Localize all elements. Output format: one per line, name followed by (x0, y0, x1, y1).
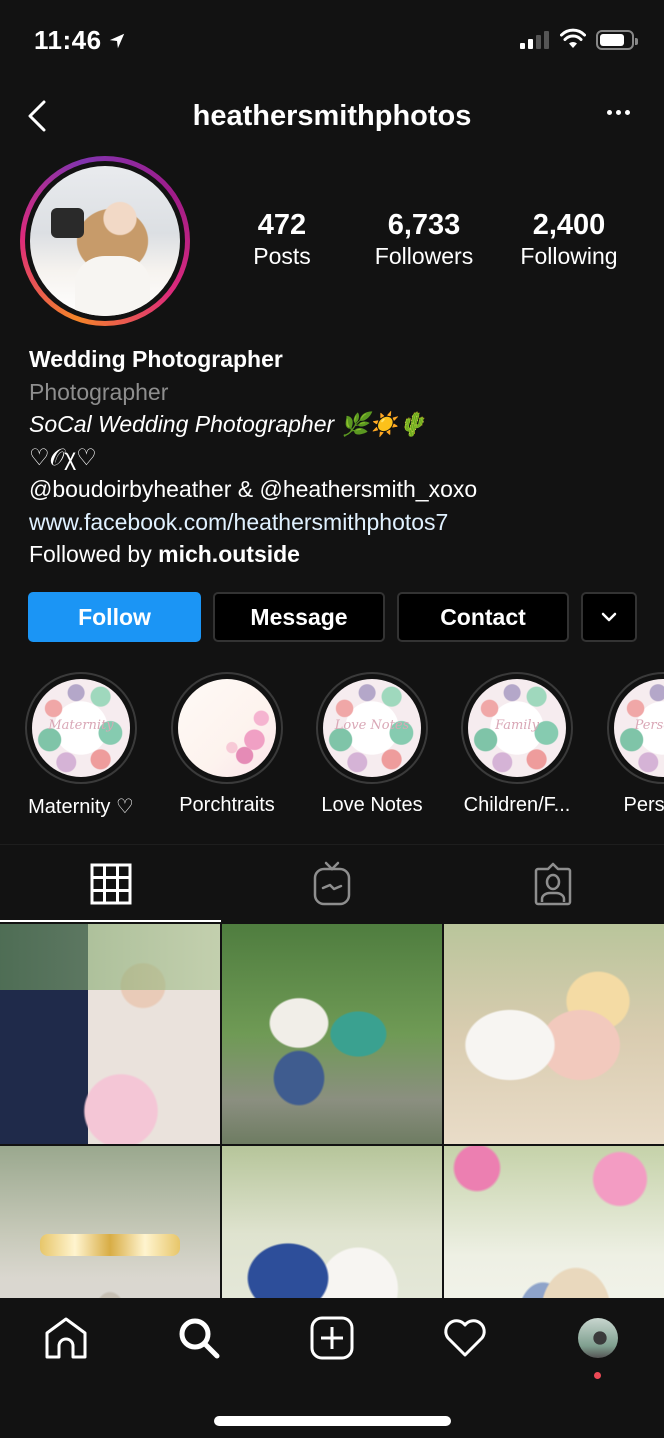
add-square-icon (310, 1316, 354, 1360)
profile-stats: 472 Posts 6,733 Followers 2,400 Followin… (220, 209, 640, 272)
profile-avatar-small (577, 1318, 618, 1358)
chevron-down-icon (601, 612, 617, 622)
highlight-porchtraits[interactable]: Porchtraits (157, 672, 297, 817)
highlight-cover: Love Notes (323, 679, 421, 777)
followed-by-user[interactable]: mich.outside (158, 541, 300, 567)
contact-button[interactable]: Contact (397, 592, 569, 642)
search-icon (179, 1318, 220, 1359)
highlight-children-family[interactable]: Family Children/F... (447, 672, 587, 817)
posts-value: 472 (257, 209, 307, 241)
bio-line-xo: ♡𝒪χ♡ (29, 443, 97, 470)
tab-tagged[interactable] (443, 845, 664, 922)
posts-grid (0, 924, 664, 1298)
status-time: 11:46 (34, 25, 126, 56)
tab-igtv[interactable] (221, 845, 442, 922)
bio-website-link[interactable]: www.facebook.com/heathersmithphotos7 (29, 506, 649, 539)
highlight-label: Personal (623, 794, 664, 816)
following-value: 2,400 (532, 209, 606, 241)
notification-dot (594, 1372, 602, 1379)
more-options-button[interactable] (607, 110, 630, 115)
follow-button[interactable]: Follow (28, 592, 201, 642)
bio-line-mentions[interactable]: @boudoirbyheather & @heathersmith_xoxo (29, 473, 649, 506)
bio-line-tagline: SoCal Wedding Photographer 🌿☀️🌵 (29, 411, 427, 437)
followed-by-prefix: Followed by (29, 541, 159, 567)
signal-icon (520, 31, 549, 49)
following-label: Following (520, 242, 618, 269)
highlight-cover: Maternity (32, 679, 130, 777)
highlight-label: Children/F... (463, 794, 571, 816)
followers-value: 6,733 (387, 209, 461, 241)
suggested-accounts-button[interactable] (581, 592, 637, 642)
status-bar: 11:46 (0, 0, 664, 80)
followed-by[interactable]: Followed by mich.outside (29, 538, 649, 571)
profile-tabs (0, 845, 664, 922)
post-thumbnail[interactable] (0, 1146, 220, 1298)
post-thumbnail[interactable] (222, 1146, 442, 1298)
post-thumbnail[interactable] (222, 924, 442, 1144)
nav-profile[interactable] (531, 1318, 664, 1379)
more-horizontal-icon (607, 110, 612, 115)
message-button[interactable]: Message (213, 592, 385, 642)
profile-avatar (30, 166, 180, 316)
profile-bio: Wedding Photographer Photographer SoCal … (29, 343, 649, 571)
nav-new-post[interactable] (266, 1316, 399, 1360)
post-thumbnail[interactable] (444, 1146, 664, 1298)
post-thumbnail[interactable] (0, 924, 220, 1144)
highlight-label: Maternity ♡ (28, 796, 134, 818)
highlight-maternity[interactable]: Maternity Maternity ♡ (11, 672, 151, 819)
nav-home[interactable] (0, 1316, 133, 1360)
post-thumbnail[interactable] (444, 924, 664, 1144)
following-count[interactable]: 2,400 Following (504, 209, 634, 272)
time-text: 11:46 (34, 25, 102, 55)
posts-count[interactable]: 472 Posts (220, 209, 344, 272)
heart-icon (444, 1319, 486, 1357)
posts-label: Posts (253, 242, 311, 269)
nav-activity[interactable] (398, 1318, 531, 1358)
highlight-label: Porchtraits (179, 794, 275, 816)
highlight-label: Love Notes (321, 794, 423, 816)
igtv-icon (313, 861, 351, 905)
grid-icon (90, 863, 132, 904)
followers-count[interactable]: 6,733 Followers (344, 209, 504, 272)
profile-header: heathersmithphotos (0, 90, 664, 144)
highlight-cover (178, 679, 276, 777)
username-title: heathersmithphotos (192, 100, 472, 132)
profile-actions: Follow Message Contact (28, 592, 637, 642)
home-icon (45, 1317, 87, 1359)
profile-category: Photographer (29, 378, 169, 405)
followers-label: Followers (374, 242, 474, 269)
battery-icon (596, 30, 638, 50)
tab-grid[interactable] (0, 845, 222, 922)
highlight-love-notes[interactable]: Love Notes Love Notes (302, 672, 442, 817)
profile-avatar-story-ring[interactable] (20, 156, 190, 326)
highlight-cover: Family (468, 679, 566, 777)
location-arrow-icon (109, 33, 124, 48)
tagged-person-icon (535, 862, 572, 905)
bottom-navigation (0, 1298, 664, 1438)
profile-display-name: Wedding Photographer (29, 346, 283, 372)
story-highlights: Maternity Maternity ♡ Porchtraits Love N… (0, 672, 664, 822)
highlight-cover: Personal (614, 679, 664, 777)
home-indicator[interactable] (214, 1416, 451, 1426)
nav-search[interactable] (133, 1316, 266, 1360)
highlight-personal[interactable]: Personal Personal (593, 672, 664, 817)
wifi-icon (560, 28, 586, 48)
